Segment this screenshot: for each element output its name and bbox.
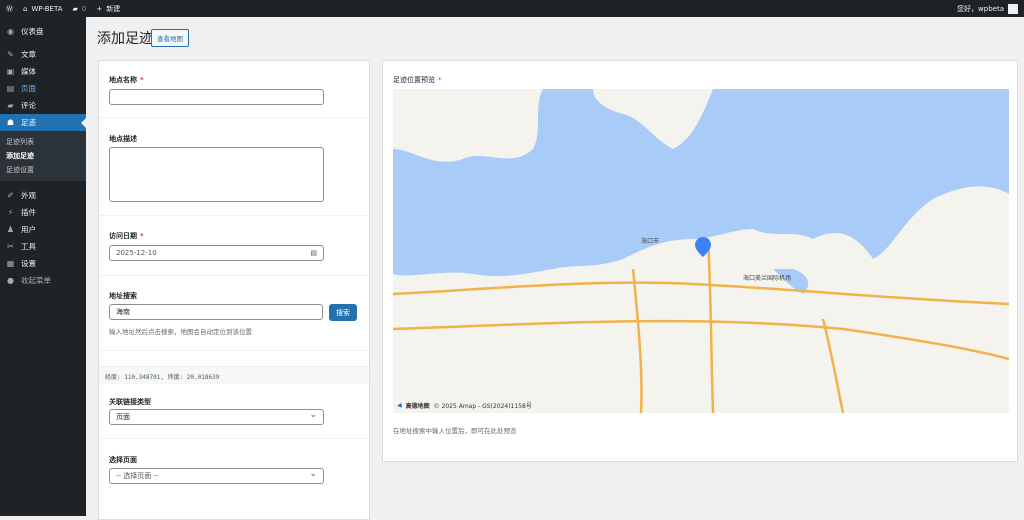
dashboard-icon: ◉	[7, 27, 14, 36]
select-page-select[interactable]: -- 选择页面 --	[109, 468, 324, 484]
address-search-section: 地址搜索 海南 搜索 输入地址然后点击搜索，地图会自动定位到该位置	[99, 276, 369, 351]
comments-link[interactable]: ▰ 0	[72, 5, 86, 13]
page-icon: ▤	[6, 84, 15, 93]
map-attribution: ◀ 高德地图 © 2025 Amap - GS(2024)1158号	[397, 402, 532, 410]
address-search-label: 地址搜索	[109, 292, 137, 300]
sidebar-item-plugins[interactable]: ⚡ 插件	[0, 204, 86, 221]
admin-bar: Ⓦ ⌂ WP-BETA ▰ 0 + 新建 您好，wpbeta	[0, 0, 1024, 17]
name-input[interactable]	[109, 89, 324, 105]
footprint-form: 地点名称 * 地点描述 访问日期 * 2025-12-10 ▤ 地址搜索 海南 搜索 …	[98, 60, 370, 520]
user-icon: ♟	[6, 225, 15, 234]
map-label-city: 海口市	[641, 238, 660, 245]
comment-icon: ▰	[7, 101, 14, 110]
link-type-select[interactable]: 页面	[109, 409, 324, 425]
pin-icon: ✎	[7, 50, 14, 59]
plugin-icon: ⚡	[7, 208, 14, 217]
link-type-section: 关联链接类型 页面	[99, 384, 369, 439]
sidebar-item-pages[interactable]: ▤ 页面	[0, 80, 86, 97]
sidebar-item-appearance[interactable]: ✐ 外观	[0, 187, 86, 204]
date-section: 访问日期 * 2025-12-10 ▤	[99, 216, 369, 276]
sidebar-item-comments[interactable]: ▰ 评论	[0, 97, 86, 114]
wrench-icon: ✂	[7, 242, 14, 251]
preview-hint: 在地址搜索中输入位置后，即可在此处预览	[393, 427, 517, 435]
calendar-icon[interactable]: ▤	[310, 249, 317, 257]
map-canvas	[393, 89, 1009, 413]
search-button[interactable]: 搜索	[329, 304, 357, 321]
footprint-submenu: 足迹列表 添加足迹 足迹设置	[0, 131, 86, 181]
home-icon: ⌂	[23, 4, 28, 13]
account-menu[interactable]: 您好，wpbeta	[957, 3, 1018, 14]
wordpress-logo-icon[interactable]: Ⓦ	[6, 4, 13, 14]
name-label: 地点名称 *	[109, 76, 144, 84]
required-marker: *	[140, 76, 144, 84]
amap-logo-icon: ◀	[397, 402, 402, 409]
description-label: 地点描述	[109, 135, 137, 143]
address-search-input[interactable]: 海南	[109, 304, 323, 320]
coordinates-readout: 经度: 110.348701, 纬度: 20.018639	[99, 366, 369, 384]
comment-icon: ▰	[72, 4, 78, 13]
site-link[interactable]: ⌂ WP-BETA	[23, 5, 62, 13]
map-north-land	[393, 89, 543, 162]
page-title: 添加足迹	[97, 31, 153, 47]
search-hint: 输入地址然后点击搜索，地图会自动定位到该位置	[109, 328, 252, 336]
sidebar-item-posts[interactable]: ✎ 文章	[0, 46, 86, 63]
link-type-label: 关联链接类型	[109, 398, 151, 406]
location-preview-card: 足迹位置预览 * 海口市 海口美兰国际机场 ◀ 高德地图 © 2025 Amap - …	[382, 60, 1018, 462]
footprint-icon: ☗	[6, 118, 15, 127]
sidebar-item-footprints[interactable]: ☗ 足迹	[0, 114, 86, 131]
plus-icon: +	[96, 4, 103, 13]
sidebar-item-dashboard[interactable]: ◉ 仪表盘	[0, 23, 86, 40]
admin-sidebar: ◉ 仪表盘 ✎ 文章 ▣ 媒体 ▤ 页面 ▰ 评论 ☗ 足迹 足迹列表 添加足迹 足迹设置 …	[0, 17, 86, 516]
submenu-footprint-settings[interactable]: 足迹设置	[0, 163, 86, 177]
sidebar-item-settings[interactable]: ▦ 设置	[0, 255, 86, 272]
map-label-airport: 海口美兰国际机场	[743, 275, 792, 282]
preview-label: 足迹位置预览 *	[393, 76, 442, 84]
sidebar-item-users[interactable]: ♟ 用户	[0, 221, 86, 238]
select-page-section: 选择页面 -- 选择页面 --	[99, 439, 369, 519]
brush-icon: ✐	[7, 191, 14, 200]
collapse-icon: ●	[7, 276, 14, 285]
date-input[interactable]: 2025-12-10 ▤	[109, 245, 324, 261]
new-content-link[interactable]: + 新建	[96, 4, 120, 14]
map-preview[interactable]: 海口市 海口美兰国际机场 ◀ 高德地图 © 2025 Amap - GS(2024)…	[393, 89, 1009, 413]
name-section: 地点名称 *	[99, 61, 369, 118]
select-page-label: 选择页面	[109, 456, 137, 464]
description-textarea[interactable]	[109, 147, 324, 202]
collapse-menu[interactable]: ● 收起菜单	[0, 272, 86, 289]
submenu-footprint-list[interactable]: 足迹列表	[0, 135, 86, 149]
sidebar-item-media[interactable]: ▣ 媒体	[0, 63, 86, 80]
sidebar-item-tools[interactable]: ✂ 工具	[0, 238, 86, 255]
submenu-add-footprint[interactable]: 添加足迹	[0, 149, 86, 163]
media-icon: ▣	[6, 67, 15, 76]
view-map-button[interactable]: 查看地图	[151, 29, 189, 47]
avatar	[1008, 3, 1018, 14]
settings-icon: ▦	[6, 259, 15, 268]
date-label: 访问日期 *	[109, 232, 144, 240]
description-section: 地点描述	[99, 118, 369, 216]
